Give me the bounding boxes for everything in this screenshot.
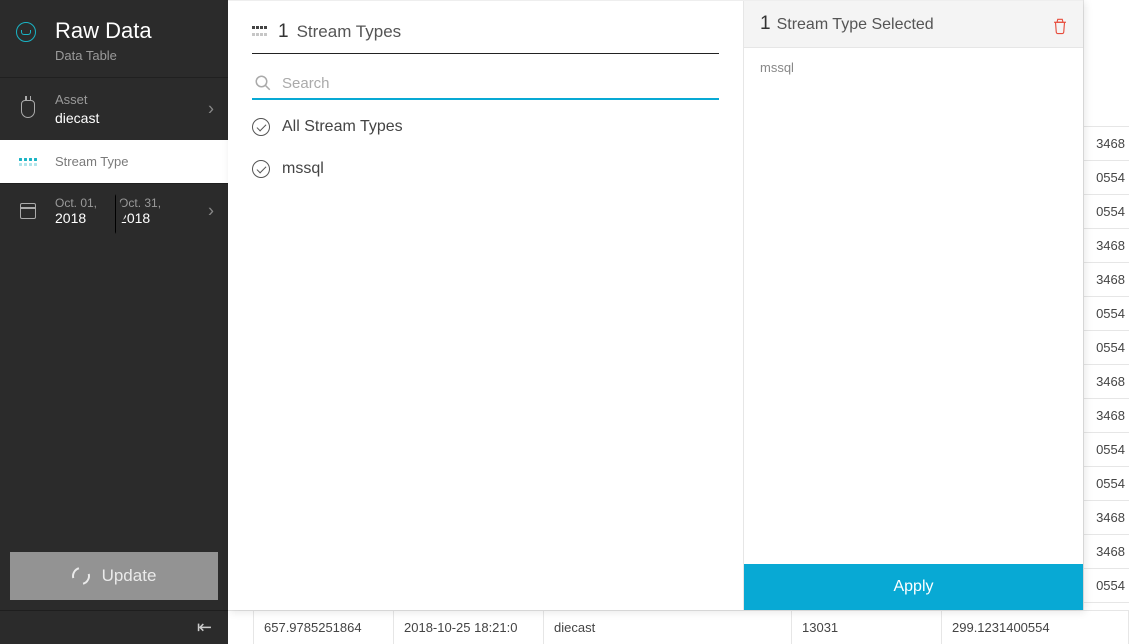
refresh-icon [68,564,93,589]
table-cell: 657.9785251864 [254,610,394,644]
stream-types-label: Stream Types [297,22,402,42]
selected-header: 1 Stream Type Selected [744,1,1083,48]
raw-data-icon [16,22,36,42]
sidebar-footer: Update [0,542,228,610]
selected-label: Stream Type Selected [777,16,934,34]
table-cell-fragment: 3468 [1084,365,1129,399]
clear-selection-button[interactable] [1051,16,1067,32]
table-cell-fragment: 0554 [1084,569,1129,603]
stream-type-list-panel: 1 Stream Types All Stream Types mssql [228,1,743,610]
table-cell-fragment: 3468 [1084,263,1129,297]
calendar-icon [18,201,38,221]
collapse-icon: ⇤ [197,617,212,638]
table-cell-fragment: 0554 [1084,195,1129,229]
search-field[interactable] [252,68,719,100]
selected-body: mssql [744,48,1083,564]
table-cell-fragment: 0554 [1084,467,1129,501]
table-cell-fragment: 0554 [1084,331,1129,365]
check-circle-icon [252,118,270,136]
stream-type-icon [18,152,38,172]
table-cell-fragment: 0554 [1084,297,1129,331]
selected-panel: 1 Stream Type Selected mssql Apply [743,1,1083,610]
chevron-right-icon: › [208,201,214,222]
table-cell: 299.1231400554 [942,610,1129,644]
popover-header: 1 Stream Types [252,21,719,54]
date-from-bottom: 2018 [55,210,97,226]
table-cell: diecast [544,610,792,644]
option-label: All Stream Types [282,118,403,136]
stream-type-popover: 1 Stream Types All Stream Types mssql [228,0,1083,610]
table-cell-fragment: 3468 [1084,399,1129,433]
sidebar-collapse-button[interactable]: ⇤ [0,610,228,644]
stream-types-count: 1 [278,21,289,43]
date-separator-icon [116,194,128,228]
update-label: Update [102,566,157,586]
table-cell-fragment: 3468 [1084,535,1129,569]
update-button[interactable]: Update [10,552,218,600]
asset-label: Asset [55,92,99,107]
selected-item[interactable]: mssql [760,60,1067,75]
option-mssql[interactable]: mssql [252,160,719,178]
page-title: Raw Data [55,18,210,44]
table-cell-fragment: 3468 [1084,501,1129,535]
table-cell-fragment: 3468 [1084,127,1129,161]
background-table-right: 3468055405543468346805540554346834680554… [1083,0,1129,610]
stream-types-icon [252,26,270,38]
chevron-right-icon: › [208,99,214,120]
option-label: mssql [282,160,324,178]
check-circle-icon [252,160,270,178]
selected-count: 1 [760,13,771,35]
table-cell-fragment: 0554 [1084,433,1129,467]
table-cell-fragment: 0554 [1084,161,1129,195]
date-from-top: Oct. 01, [55,196,97,210]
stream-type-label: Stream Type [55,154,128,169]
table-cell-fragment: 3468 [1084,229,1129,263]
sidebar-header: Raw Data Data Table [0,0,228,77]
asset-value: diecast [55,110,99,126]
sidebar-item-date-range[interactable]: Oct. 01, 2018 Oct. 31, 2018 › [0,183,228,238]
plug-icon [18,99,38,119]
sidebar-item-asset[interactable]: Asset diecast › [0,77,228,140]
trash-icon [1051,16,1069,36]
background-table-bottom-row: 657.9785251864 2018-10-25 18:21:0 diecas… [228,610,1129,644]
option-all-stream-types[interactable]: All Stream Types [252,118,719,136]
page-subtitle: Data Table [55,48,210,63]
table-cell: 2018-10-25 18:21:0 [394,610,544,644]
search-icon [254,74,272,92]
table-cell: 13031 [792,610,942,644]
apply-button[interactable]: Apply [744,564,1083,610]
sidebar: Raw Data Data Table Asset diecast › Stre… [0,0,228,644]
search-input[interactable] [282,75,717,92]
sidebar-item-stream-type[interactable]: Stream Type [0,140,228,183]
